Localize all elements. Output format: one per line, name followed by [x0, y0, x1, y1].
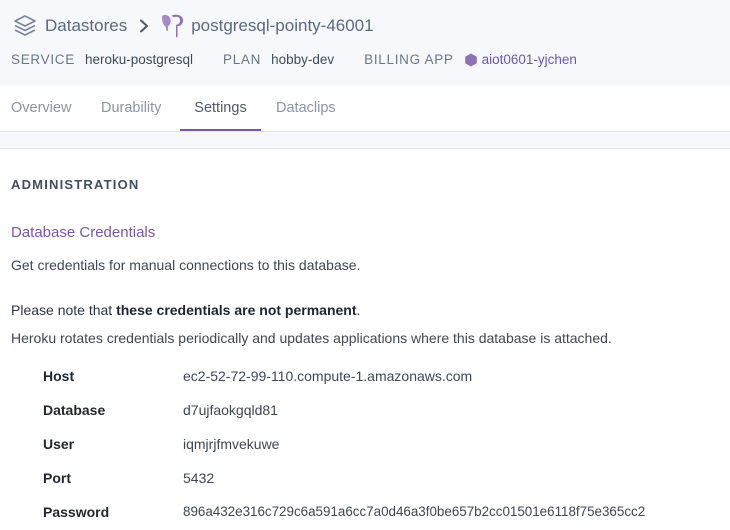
credentials-note-suffix: .: [356, 302, 361, 318]
tab-bar: Overview Durability Settings Dataclips: [0, 86, 730, 132]
billing-app-label: BILLING APP: [364, 52, 454, 67]
credential-value[interactable]: ec2-52-72-99-110.compute-1.amazonaws.com: [183, 368, 472, 384]
hexagon-app-icon: [464, 53, 477, 66]
credential-key: Password: [43, 504, 110, 520]
database-credentials-title: Database Credentials: [11, 224, 156, 241]
credential-value[interactable]: iqmjrjfmvekuwe: [183, 436, 279, 452]
credentials-note-prefix: Please note that: [11, 302, 117, 318]
tab-settings[interactable]: Settings: [180, 86, 261, 131]
section-divider: [0, 132, 730, 149]
billing-app-link[interactable]: aiot0601-yjchen: [464, 52, 577, 67]
breadcrumb: Datastores postgresql-pointy-46001: [12, 12, 374, 40]
credentials-description: Get credentials for manual connections t…: [11, 257, 361, 273]
credentials-rotation-note: Heroku rotates credentials periodically …: [11, 330, 612, 346]
credentials-note-bold: these credentials are not permanent: [116, 302, 357, 318]
billing-app-name: aiot0601-yjchen: [481, 52, 577, 67]
postgres-elephant-icon: [162, 14, 184, 38]
stack-icon: [14, 15, 36, 36]
datastore-settings-page: Datastores postgresql-pointy-46001 SERVI…: [0, 0, 730, 530]
credential-key: Host: [43, 368, 75, 384]
addon-meta: SERVICE heroku-postgresql PLAN hobby-dev…: [11, 52, 577, 67]
plan-value: hobby-dev: [271, 52, 335, 67]
tab-dataclips[interactable]: Dataclips: [276, 86, 336, 130]
credential-key: Port: [43, 470, 71, 486]
page-title: postgresql-pointy-46001: [191, 16, 374, 35]
credential-key: User: [43, 436, 75, 452]
credential-value[interactable]: 5432: [183, 470, 214, 486]
tab-overview[interactable]: Overview: [11, 86, 71, 130]
plan-label: PLAN: [223, 52, 262, 67]
breadcrumb-datastores-link[interactable]: Datastores: [45, 16, 127, 36]
tab-durability[interactable]: Durability: [101, 86, 161, 130]
credential-value[interactable]: 896a432e316c729c6a591a6cc7a0d46a3f0be657…: [183, 504, 645, 519]
service-value: heroku-postgresql: [84, 52, 193, 67]
credentials-note: Please note that these credentials are n…: [11, 302, 360, 318]
chevron-right-icon: [140, 19, 149, 33]
credential-key: Database: [43, 402, 106, 418]
credential-value[interactable]: d7ujfaokgqld81: [183, 402, 278, 418]
service-label: SERVICE: [11, 52, 75, 67]
datastore-header: Datastores postgresql-pointy-46001 SERVI…: [0, 0, 730, 87]
administration-heading: ADMINISTRATION: [11, 177, 140, 192]
